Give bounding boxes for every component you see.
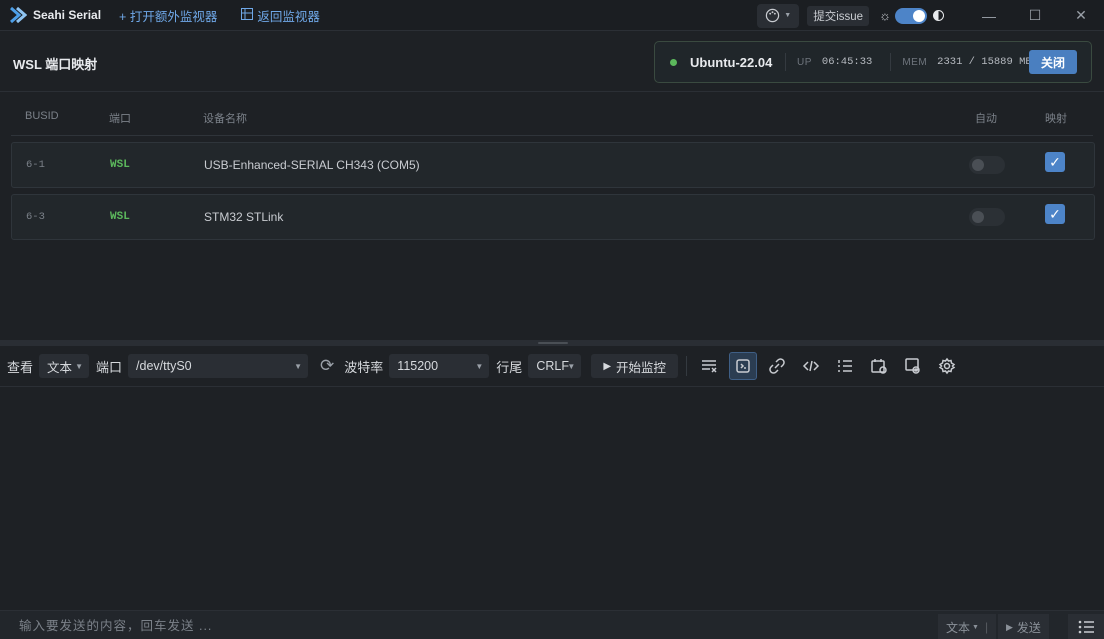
monitor-grid-icon — [241, 7, 254, 23]
theme-palette-button[interactable]: ▼ — [757, 3, 800, 28]
line-ending-value: CRLF — [536, 359, 569, 373]
line-ending-select[interactable]: CRLF ▼ — [528, 354, 582, 378]
send-format-value: 文本 — [946, 620, 971, 635]
play-icon: ▶ — [603, 360, 612, 372]
sun-icon: ☼ — [879, 8, 891, 23]
status-dot — [670, 58, 677, 66]
chevron-down-icon: ▼ — [784, 12, 792, 19]
dark-mode-toggle[interactable] — [895, 7, 927, 24]
view-label: 查看 — [7, 359, 34, 375]
column-header-busid: BUSID — [25, 110, 59, 122]
minimize-button[interactable]: — — [966, 0, 1012, 31]
palette-icon — [766, 8, 780, 23]
monitor-toolbar: 查看 文本 ▼ 端口 /dev/ttyS0 ▼ ⟳ 波特率 115200 ▼ 行… — [0, 346, 1104, 387]
port-label: 端口 — [96, 359, 123, 375]
baud-select-value: 115200 — [397, 359, 439, 373]
chevron-down-icon: ▼ — [567, 361, 576, 371]
table-header: BUSID 端口 设备名称 自动 映射 — [11, 92, 1093, 136]
auto-toggle[interactable] — [969, 156, 1005, 174]
gear-icon — [938, 357, 956, 375]
memory-label: MEM — [902, 56, 928, 68]
busid-cell: 6-3 — [26, 211, 45, 223]
send-input[interactable] — [0, 611, 938, 639]
app-logo-icon — [10, 6, 27, 24]
port-cell: WSL — [110, 211, 130, 223]
calendar-clock-icon — [871, 359, 887, 374]
send-format-select[interactable]: 文本 ▼ | — [938, 614, 997, 639]
line-ending-label: 行尾 — [496, 359, 523, 375]
device-name-cell: STM32 STLink — [204, 210, 284, 224]
line-numbers-button[interactable] — [831, 352, 859, 380]
open-extra-monitor-label: + 打开额外监视器 — [119, 9, 218, 24]
table-row: 6-3 WSL STM32 STLink ✓ — [11, 194, 1095, 240]
port-cell: WSL — [110, 159, 130, 171]
busid-cell: 6-1 — [26, 159, 45, 171]
code-view-button[interactable] — [797, 352, 825, 380]
column-header-auto: 自动 — [975, 113, 997, 125]
preview-button[interactable] — [899, 352, 927, 380]
divider — [686, 356, 688, 376]
open-extra-monitor-link[interactable]: + 打开额外监视器 — [119, 6, 217, 25]
title-bar: Seahi Serial + 打开额外监视器 返回监视器 ▼ 提交issue ☼… — [0, 0, 1104, 31]
contrast-icon — [933, 10, 944, 21]
send-bar: 文本 ▼ | ▶ 发送 — [0, 610, 1104, 639]
back-to-monitor-link[interactable]: 返回监视器 — [241, 6, 320, 25]
device-name-cell: USB-Enhanced-SERIAL CH343 (COM5) — [204, 158, 420, 172]
auto-toggle[interactable] — [969, 208, 1005, 226]
refresh-icon[interactable]: ⟳ — [320, 356, 334, 376]
divider: | — [984, 620, 989, 634]
column-header-mapped: 映射 — [1045, 113, 1067, 125]
send-label: 发送 — [1016, 620, 1041, 635]
baud-select[interactable]: 115200 ▼ — [389, 354, 490, 378]
link-button[interactable] — [763, 352, 791, 380]
start-monitor-label: 开始监控 — [616, 360, 667, 375]
port-select-value: /dev/ttyS0 — [136, 359, 192, 373]
submit-issue-button[interactable]: 提交issue — [807, 5, 870, 26]
mapped-checkbox[interactable]: ✓ — [1045, 152, 1065, 172]
memory-value: 2331 / 15889 MB — [937, 56, 1032, 68]
start-monitor-button[interactable]: ▶ 开始监控 — [591, 354, 679, 378]
link-icon — [769, 358, 785, 374]
scroll-lock-icon — [736, 359, 750, 373]
app-name: Seahi Serial — [33, 8, 102, 22]
list-ordered-icon — [838, 360, 853, 372]
monitor-eye-icon — [905, 358, 920, 374]
wsl-status-card: Ubuntu-22.04 UP 06:45:33 MEM 2331 / 1588… — [654, 41, 1092, 83]
timestamp-button[interactable] — [865, 352, 893, 380]
settings-button[interactable] — [933, 352, 961, 380]
distro-name: Ubuntu-22.04 — [690, 54, 773, 70]
page-title: WSL 端口映射 — [13, 57, 98, 72]
chevron-down-icon: ▼ — [294, 361, 303, 371]
chevron-down-icon: ▼ — [972, 623, 979, 631]
output-area[interactable] — [0, 387, 1104, 610]
play-icon: ▶ — [1006, 621, 1013, 632]
clear-output-button[interactable] — [695, 352, 723, 380]
column-header-port: 端口 — [109, 113, 131, 125]
close-wsl-button[interactable]: 关闭 — [1029, 50, 1077, 74]
chevron-down-icon: ▼ — [475, 361, 484, 371]
clear-lines-icon — [702, 360, 717, 373]
baud-label: 波特率 — [344, 359, 384, 375]
send-button[interactable]: ▶ 发送 — [998, 614, 1049, 639]
uptime-value: 06:45:33 — [821, 56, 873, 68]
maximize-button[interactable]: ☐ — [1012, 0, 1058, 31]
page-header: WSL 端口映射 Ubuntu-22.04 UP 06:45:33 MEM 23… — [0, 31, 1104, 92]
chevron-down-icon: ▼ — [75, 361, 84, 371]
port-select[interactable]: /dev/ttyS0 ▼ — [128, 354, 309, 378]
code-icon — [802, 360, 820, 372]
more-menu-button[interactable] — [1068, 614, 1104, 639]
mapped-checkbox[interactable]: ✓ — [1045, 204, 1065, 224]
table-row: 6-1 WSL USB-Enhanced-SERIAL CH343 (COM5)… — [11, 142, 1095, 188]
close-window-button[interactable]: ✕ — [1058, 0, 1104, 31]
divider — [785, 53, 786, 71]
view-select[interactable]: 文本 ▼ — [39, 354, 90, 378]
app-logo: Seahi Serial — [9, 6, 101, 24]
back-to-monitor-label: 返回监视器 — [257, 9, 320, 24]
auto-scroll-button[interactable] — [729, 352, 758, 380]
uptime-label: UP — [797, 56, 812, 68]
view-select-value: 文本 — [47, 360, 73, 375]
divider — [890, 53, 892, 71]
list-icon — [1078, 620, 1094, 634]
column-header-device: 设备名称 — [203, 113, 247, 125]
